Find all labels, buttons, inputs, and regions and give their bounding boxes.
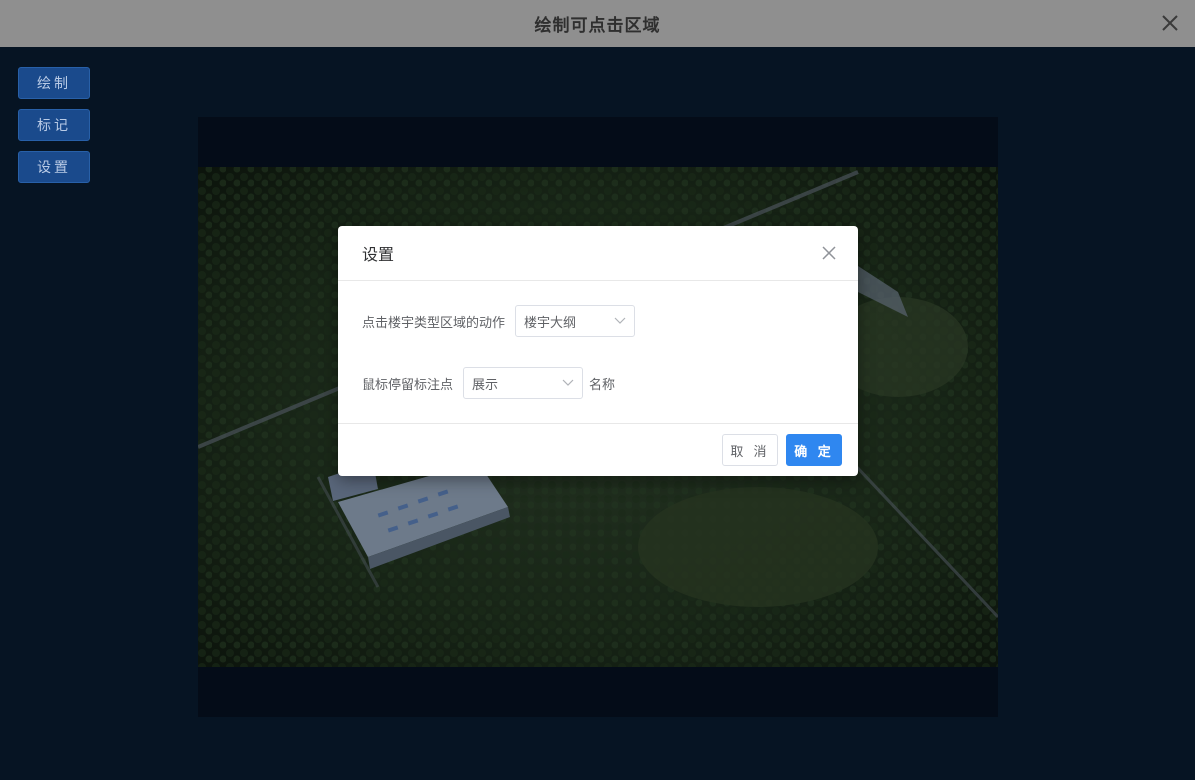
window-title: 绘制可点击区域 xyxy=(534,16,661,36)
click-action-value: 楼宇大纲 xyxy=(524,315,577,331)
hover-marker-select[interactable]: 展示 xyxy=(463,367,584,399)
dialog-title: 设置 xyxy=(362,245,395,264)
hover-marker-row: 鼠标停留标注点 展示 名称 xyxy=(362,367,615,399)
hover-marker-label: 鼠标停留标注点 xyxy=(362,377,454,393)
settings-dialog: 设置 点击楼宇类型区域的动作 楼宇大纲 鼠标停留标注点 展示 名称 取 消 确 xyxy=(338,226,858,476)
settings-button[interactable]: 设置 xyxy=(18,151,90,183)
close-icon[interactable] xyxy=(1157,10,1183,36)
click-action-select[interactable]: 楼宇大纲 xyxy=(515,305,636,337)
draw-button[interactable]: 绘制 xyxy=(18,67,90,99)
click-action-label: 点击楼宇类型区域的动作 xyxy=(362,315,506,331)
dialog-header: 设置 xyxy=(338,226,858,281)
close-icon[interactable] xyxy=(820,244,838,262)
chevron-down-icon xyxy=(614,314,626,329)
hover-marker-value: 展示 xyxy=(472,377,499,393)
cancel-button[interactable]: 取 消 xyxy=(722,434,778,466)
click-action-row: 点击楼宇类型区域的动作 楼宇大纲 xyxy=(362,305,636,337)
hover-marker-suffix: 名称 xyxy=(589,377,616,393)
dialog-footer: 取 消 确 定 xyxy=(338,423,858,476)
window-titlebar: 绘制可点击区域 xyxy=(0,0,1195,47)
confirm-button[interactable]: 确 定 xyxy=(786,434,842,466)
chevron-down-icon xyxy=(562,376,574,391)
mark-button[interactable]: 标记 xyxy=(18,109,90,141)
